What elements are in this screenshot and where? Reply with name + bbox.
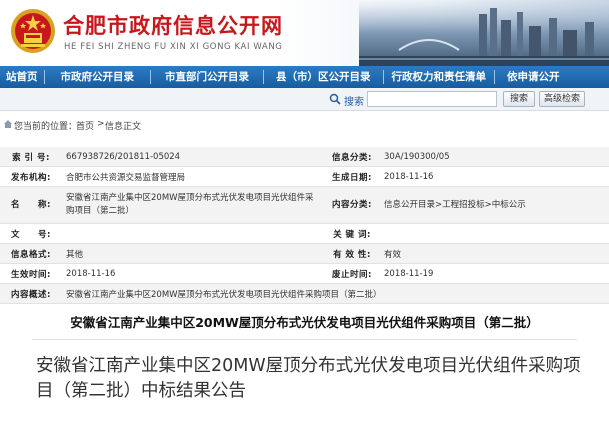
generated-date-label: 生成日期: bbox=[324, 166, 380, 187]
nav-item-city-gov[interactable]: 市政府公开目录 bbox=[45, 66, 151, 88]
effective-date-value: 2018-11-16 bbox=[62, 263, 324, 284]
effective-date-label: 生效时间: bbox=[0, 263, 62, 284]
search-input[interactable] bbox=[367, 91, 497, 107]
validity-value: 有效 bbox=[380, 243, 609, 264]
advanced-search-button[interactable]: 高级检索 bbox=[539, 91, 585, 107]
index-number-value: 667938726/201811-05024 bbox=[62, 147, 324, 167]
info-format-value: 其他 bbox=[62, 243, 324, 264]
breadcrumb-prefix: 您当前的位置： bbox=[14, 122, 78, 132]
national-emblem-icon bbox=[11, 9, 55, 53]
expiry-date-label: 废止时间: bbox=[324, 263, 380, 284]
location-icon bbox=[4, 120, 12, 128]
summary-value: 安徽省江南产业集中区20MW屋顶分布式光伏发电项目光伏组件采购项目（第二批） bbox=[62, 283, 609, 304]
breadcrumb-separator: > bbox=[97, 119, 105, 129]
table-row: 文 号: 关 键 词: bbox=[0, 223, 609, 244]
site-header: 合肥市政府信息公开网 HE FEI SHI ZHENG FU XIN XI GO… bbox=[0, 0, 609, 66]
index-number-label: 索 引 号: bbox=[0, 147, 62, 167]
doc-number-value bbox=[62, 223, 324, 244]
nav-item-apply-disclosure[interactable]: 依申请公开 bbox=[495, 66, 572, 88]
table-row: 内容概述: 安徽省江南产业集中区20MW屋顶分布式光伏发电项目光伏组件采购项目（… bbox=[0, 283, 609, 304]
search-button[interactable]: 搜索 bbox=[503, 91, 535, 107]
search-icon bbox=[329, 93, 341, 105]
table-row: 生效时间: 2018-11-16 废止时间: 2018-11-19 bbox=[0, 263, 609, 284]
main-nav: 站首页 市政府公开目录 市直部门公开目录 县（市）区公开目录 行政权力和责任清单… bbox=[0, 66, 609, 88]
name-value: 安徽省江南产业集中区20MW屋顶分布式光伏发电项目光伏组件采购项目（第二批） bbox=[62, 186, 324, 224]
nav-item-departments[interactable]: 市直部门公开目录 bbox=[151, 66, 263, 88]
announcement-title: 安徽省江南产业集中区20MW屋顶分布式光伏发电项目光伏组件采购项目（第二批）中标… bbox=[36, 356, 581, 401]
document-title: 安徽省江南产业集中区20MW屋顶分布式光伏发电项目光伏组件采购项目（第二批） bbox=[70, 315, 539, 330]
expiry-date-value: 2018-11-19 bbox=[380, 263, 609, 284]
search-label: 搜索 bbox=[344, 97, 364, 108]
nav-item-power-list[interactable]: 行政权力和责任清单 bbox=[384, 66, 495, 88]
breadcrumb: 您当前的位置： 首页 > 信息正文 bbox=[0, 117, 609, 133]
info-category-label: 信息分类: bbox=[324, 147, 380, 167]
breadcrumb-current: 信息正文 bbox=[105, 122, 142, 132]
info-format-label: 信息格式: bbox=[0, 243, 62, 264]
site-title[interactable]: 合肥市政府信息公开网 bbox=[63, 10, 283, 40]
doc-number-label: 文 号: bbox=[0, 223, 62, 244]
table-row: 索 引 号: 667938726/201811-05024 信息分类: 30A/… bbox=[0, 147, 609, 167]
table-row: 发布机构: 合肥市公共资源交易监督管理局 生成日期: 2018-11-16 bbox=[0, 166, 609, 187]
nav-item-home[interactable]: 站首页 bbox=[0, 66, 44, 88]
keywords-label: 关 键 词: bbox=[324, 223, 380, 244]
validity-label: 有 效 性: bbox=[324, 243, 380, 264]
publisher-label: 发布机构: bbox=[0, 166, 62, 187]
keywords-value bbox=[380, 223, 609, 244]
divider bbox=[32, 339, 577, 340]
document-info-table: 索 引 号: 667938726/201811-05024 信息分类: 30A/… bbox=[0, 147, 609, 304]
publisher-value: 合肥市公共资源交易监督管理局 bbox=[62, 166, 324, 187]
site-subtitle: HE FEI SHI ZHENG FU XIN XI GONG KAI WANG bbox=[64, 42, 283, 52]
summary-label: 内容概述: bbox=[0, 283, 62, 304]
nav-item-counties[interactable]: 县（市）区公开目录 bbox=[264, 66, 383, 88]
city-skyline-banner bbox=[359, 0, 609, 66]
content-category-label: 内容分类: bbox=[324, 186, 380, 224]
table-row: 名 称: 安徽省江南产业集中区20MW屋顶分布式光伏发电项目光伏组件采购项目（第… bbox=[0, 186, 609, 224]
search-bar: 搜索 搜索 高级检索 bbox=[0, 88, 609, 111]
table-row: 信息格式: 其他 有 效 性: 有效 bbox=[0, 243, 609, 264]
name-label: 名 称: bbox=[0, 186, 62, 224]
info-category-value: 30A/190300/05 bbox=[380, 147, 609, 167]
generated-date-value: 2018-11-16 bbox=[380, 166, 609, 187]
content-category-value: 信息公开目录>工程招投标>中标公示 bbox=[380, 186, 609, 224]
breadcrumb-home-link[interactable]: 首页 bbox=[76, 119, 94, 132]
